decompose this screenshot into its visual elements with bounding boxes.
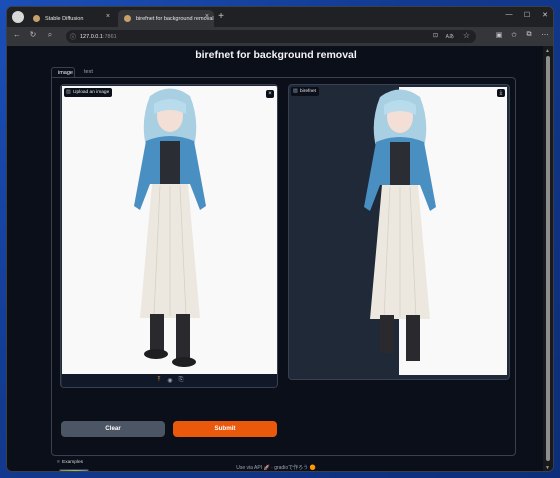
input-image-label: ▨ Upload an image bbox=[64, 88, 113, 97]
new-tab-button[interactable]: + bbox=[215, 10, 227, 24]
favorites-icon[interactable]: ✩ bbox=[508, 31, 520, 39]
window-close-button[interactable]: ✕ bbox=[537, 11, 553, 19]
footer-separator: · bbox=[271, 465, 273, 471]
close-tab-icon[interactable]: × bbox=[106, 13, 110, 20]
reload-icon[interactable]: ↻ bbox=[27, 30, 39, 39]
tab-title: birefnet for background removal bbox=[136, 15, 214, 22]
browser-toolbar: ← ↻ ⌕ ⓘ 127.0.0.1 :7861 ⊡ Aあ ☆ ▣ ✩ ⧉ ⋯ bbox=[7, 27, 553, 46]
character-image bbox=[134, 88, 206, 367]
built-with-gradio-link[interactable]: gradioで作ろう bbox=[274, 465, 308, 471]
favicon-icon bbox=[33, 15, 40, 22]
tab-bar: Stable Diffusion × birefnet for backgrou… bbox=[7, 7, 553, 27]
footer: Use via API 🚀 · gradioで作ろう 🟠 bbox=[7, 464, 545, 471]
scroll-thumb[interactable] bbox=[546, 56, 550, 461]
favicon-icon bbox=[124, 15, 131, 22]
tab-panel: ▨ Upload an image × ⤒ ◉ ⎘ ▨ birefnet ⤓ C… bbox=[51, 77, 516, 471]
gradio-logo-icon: 🟠 bbox=[309, 465, 316, 471]
clear-button[interactable]: Clear bbox=[61, 421, 165, 437]
close-tab-icon[interactable]: × bbox=[205, 13, 209, 20]
favorite-star-icon[interactable]: ☆ bbox=[463, 31, 470, 40]
page-scrollbar[interactable]: ▲ ▼ bbox=[543, 46, 553, 471]
search-icon[interactable]: ⌕ bbox=[44, 30, 56, 40]
browser-window: Stable Diffusion × birefnet for backgrou… bbox=[6, 6, 554, 472]
rocket-icon: 🚀 bbox=[263, 465, 270, 471]
profile-avatar[interactable] bbox=[12, 11, 24, 23]
character-image-output bbox=[364, 89, 436, 361]
split-screen-icon[interactable]: ▣ bbox=[493, 31, 505, 39]
image-icon: ▨ bbox=[293, 88, 298, 94]
collections-icon[interactable]: ⧉ bbox=[523, 31, 535, 39]
minimize-button[interactable]: — bbox=[501, 11, 517, 18]
api-link[interactable]: Use via API bbox=[236, 465, 262, 471]
clipboard-icon[interactable]: ⎘ bbox=[177, 377, 185, 384]
browser-tab-stable-diffusion[interactable]: Stable Diffusion × bbox=[27, 10, 115, 27]
upload-icon[interactable]: ⤒ bbox=[155, 377, 163, 384]
back-icon[interactable]: ← bbox=[11, 30, 23, 39]
output-image-label: ▨ birefnet bbox=[291, 87, 319, 96]
webcam-icon[interactable]: ◉ bbox=[166, 377, 174, 384]
output-image-panel: ▨ birefnet ⤓ bbox=[288, 84, 510, 380]
translate-icon[interactable]: Aあ bbox=[446, 33, 454, 40]
url-port: :7861 bbox=[102, 33, 117, 40]
submit-button[interactable]: Submit bbox=[173, 421, 277, 437]
maximize-button[interactable]: ☐ bbox=[519, 11, 535, 19]
browser-tab-birefnet[interactable]: birefnet for background removal × bbox=[118, 10, 214, 27]
tab-title: Stable Diffusion bbox=[45, 15, 84, 22]
scroll-up-icon[interactable]: ▲ bbox=[545, 48, 550, 54]
address-bar[interactable]: ⓘ 127.0.0.1 :7861 ⊡ Aあ ☆ bbox=[66, 30, 476, 43]
site-info-icon[interactable]: ⓘ bbox=[70, 32, 76, 41]
read-aloud-icon[interactable]: ⊡ bbox=[433, 32, 438, 39]
more-menu-icon[interactable]: ⋯ bbox=[539, 31, 551, 39]
clear-image-button[interactable]: × bbox=[266, 90, 274, 98]
gradio-page: birefnet for background removal image te… bbox=[7, 46, 545, 471]
input-source-toolbar: ⤒ ◉ ⎘ bbox=[62, 374, 277, 387]
url-host: 127.0.0.1 bbox=[80, 33, 103, 40]
download-button[interactable]: ⤓ bbox=[497, 89, 505, 97]
page-title: birefnet for background removal bbox=[195, 49, 357, 61]
image-icon: ▨ bbox=[66, 89, 71, 95]
input-image-panel: ▨ Upload an image × ⤒ ◉ ⎘ bbox=[60, 84, 278, 388]
input-image-canvas[interactable]: ▨ Upload an image × bbox=[62, 86, 277, 374]
scroll-down-icon[interactable]: ▼ bbox=[545, 465, 550, 471]
